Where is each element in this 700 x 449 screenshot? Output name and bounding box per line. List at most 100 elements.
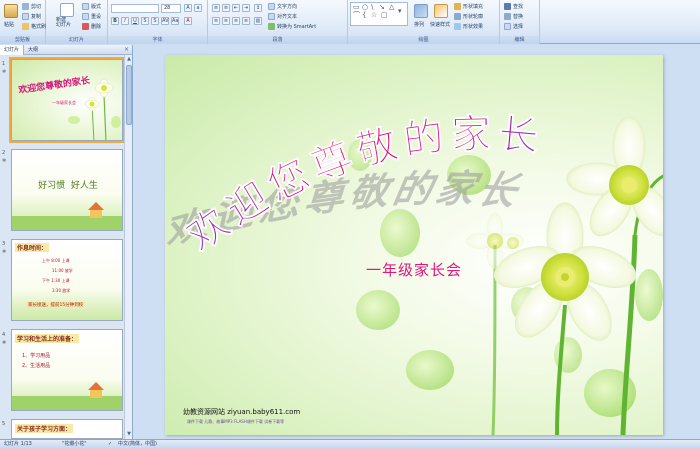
- arrow-icon[interactable]: ↘: [379, 4, 385, 11]
- panel-scrollbar[interactable]: ▲ ▼: [124, 55, 132, 439]
- slide-number: 2: [2, 150, 6, 156]
- thumb-line: 3:30 放学: [52, 288, 71, 293]
- slide-thumbnail-4[interactable]: 学习和生活上的准备： 1、学习用品 2、生活用品: [11, 329, 123, 411]
- bullets-icon[interactable]: ≡: [212, 4, 220, 12]
- paste-button[interactable]: 粘贴: [4, 21, 14, 28]
- numbering-icon[interactable]: ≡: [222, 4, 230, 12]
- triangle-icon[interactable]: △: [389, 4, 394, 11]
- format-painter-button[interactable]: 格式刷: [22, 23, 46, 30]
- slide-thumbnail-3[interactable]: 作息时间： 上午 8:00 上课 11:00 放学 下午 1:30 上课 3:3…: [11, 239, 123, 321]
- bold-icon[interactable]: B: [111, 17, 119, 25]
- tab-slides[interactable]: 幻灯片: [0, 44, 25, 55]
- shape-fill-button[interactable]: 形状填充: [454, 3, 483, 10]
- delete-icon: [82, 23, 89, 30]
- delete-button[interactable]: 删除: [82, 23, 101, 30]
- align-text-button[interactable]: 对齐文本: [268, 13, 297, 20]
- text-direction-button[interactable]: 文字方向: [268, 3, 297, 10]
- slides-panel: 幻灯片 大纲 × 1 ✱ 欢迎您尊敬的家长 一年级家长会 2 ✱ 好习惯 好人生: [0, 44, 133, 439]
- smartart-button[interactable]: 转换为 SmartArt: [268, 23, 316, 30]
- decrease-indent-icon[interactable]: ⇤: [232, 4, 240, 12]
- justify-icon[interactable]: ≡: [242, 17, 250, 25]
- slide-thumbnail-5[interactable]: 关于孩子学习方面：: [11, 419, 123, 439]
- scroll-down-icon[interactable]: ▼: [126, 431, 132, 438]
- line-icon[interactable]: \: [371, 4, 373, 11]
- shapes-gallery[interactable]: ▭ ○ \ ↘ △ ⌒ { ☆ ▢ ▾: [350, 2, 408, 26]
- columns-icon[interactable]: ▥: [254, 17, 262, 25]
- replace-button[interactable]: 替换: [504, 13, 523, 20]
- animation-star-icon: ✱: [2, 249, 7, 255]
- cut-button[interactable]: 剪切: [22, 3, 41, 10]
- layout-button[interactable]: 版式: [82, 3, 101, 10]
- paragraph-label: 段落: [208, 36, 347, 44]
- slide-thumbnail-1[interactable]: 欢迎您尊敬的家长 一年级家长会: [9, 57, 125, 143]
- reset-icon: [82, 13, 89, 20]
- panel-tabs: 幻灯片 大纲 ×: [0, 44, 132, 55]
- tab-outline[interactable]: 大纲: [24, 45, 42, 55]
- new-slide-button[interactable]: 新建 幻灯片: [56, 18, 71, 28]
- thumb-heading: 作息时间：: [15, 243, 50, 252]
- smartart-icon: [268, 23, 275, 30]
- find-button[interactable]: 查找: [504, 3, 523, 10]
- brace-icon[interactable]: {: [362, 12, 366, 19]
- ribbon: 粘贴 剪切 复制 格式刷 剪贴板 新建 幻灯片 版式 重设 删除 幻灯片 28 …: [0, 0, 700, 44]
- slides-group: 新建 幻灯片 版式 重设 删除 幻灯片: [46, 0, 108, 44]
- shrink-font-icon[interactable]: a: [194, 4, 202, 12]
- effects-icon: [454, 23, 461, 30]
- new-slide-icon[interactable]: [60, 3, 74, 17]
- rectangle-icon[interactable]: ▭: [353, 4, 360, 11]
- arrange-button[interactable]: 排列: [414, 21, 424, 28]
- slide-thumbnail-2[interactable]: 好习惯 好人生: [11, 149, 123, 231]
- close-icon[interactable]: ×: [124, 46, 129, 53]
- thumb-line: 11:00 放学: [52, 268, 73, 273]
- reset-button[interactable]: 重设: [82, 13, 101, 20]
- animation-star-icon: ✱: [2, 158, 7, 164]
- italic-icon[interactable]: I: [121, 17, 129, 25]
- animation-star-icon: ✱: [2, 340, 7, 346]
- font-size-field[interactable]: 28: [161, 4, 181, 13]
- pen-icon: [454, 13, 461, 20]
- spellcheck-icon[interactable]: ✓: [108, 440, 112, 449]
- thumb-heading: 关于孩子学习方面：: [15, 424, 74, 433]
- status-bar: 幻灯片 1/13 "花瓣小花" ✓ 中文(简体，中国): [0, 439, 700, 449]
- slide-number: 3: [2, 241, 6, 247]
- star-icon[interactable]: ☆: [371, 12, 377, 19]
- line-spacing-icon[interactable]: ↕: [254, 4, 262, 12]
- slide-canvas[interactable]: 欢迎您尊敬的家长 欢迎您尊敬的家长 一年级家长会 幼教资源网站 ziyuan.b…: [165, 55, 663, 435]
- quick-styles-button[interactable]: 快速样式: [430, 21, 450, 28]
- text-direction-icon: [268, 3, 275, 10]
- underline-icon[interactable]: U: [131, 17, 139, 25]
- oval-icon[interactable]: ○: [362, 4, 368, 11]
- copy-button[interactable]: 复制: [22, 13, 41, 20]
- editing-group: 查找 替换 选择 编辑: [500, 0, 540, 44]
- scroll-thumb[interactable]: [126, 65, 132, 125]
- more-shapes-icon[interactable]: ▾: [398, 8, 402, 15]
- select-button[interactable]: 选择: [504, 23, 523, 30]
- slides-label: 幻灯片: [46, 36, 107, 44]
- font-name-field[interactable]: [111, 4, 159, 13]
- slide-background-art: [348, 116, 663, 435]
- grow-font-icon[interactable]: A: [184, 4, 192, 12]
- spacing-icon[interactable]: AV: [161, 17, 169, 25]
- shape-outline-button[interactable]: 形状轮廓: [454, 13, 483, 20]
- scissors-icon: [22, 3, 29, 10]
- strikethrough-icon[interactable]: S: [141, 17, 149, 25]
- scroll-up-icon[interactable]: ▲: [126, 56, 132, 63]
- curve-icon[interactable]: ⌒: [353, 12, 360, 19]
- slide-number: 1: [2, 61, 6, 67]
- align-center-icon[interactable]: ≡: [222, 17, 230, 25]
- font-color-icon[interactable]: A: [184, 17, 192, 25]
- align-right-icon[interactable]: ≡: [232, 17, 240, 25]
- quick-styles-icon[interactable]: [434, 4, 448, 18]
- shape-effects-button[interactable]: 形状效果: [454, 23, 483, 30]
- paste-icon[interactable]: [4, 4, 18, 18]
- arrange-icon[interactable]: [414, 4, 428, 18]
- change-case-icon[interactable]: Aa: [171, 17, 179, 25]
- increase-indent-icon[interactable]: ⇥: [242, 4, 250, 12]
- slide-subtitle[interactable]: 一年级家长会: [165, 259, 663, 280]
- site-credit: 幼教资源网站 ziyuan.baby611.com: [183, 408, 301, 416]
- shadow-icon[interactable]: S: [151, 17, 159, 25]
- clipboard-group: 粘贴 剪切 复制 格式刷 剪贴板: [0, 0, 46, 44]
- align-left-icon[interactable]: ≡: [212, 17, 220, 25]
- editing-label: 编辑: [500, 36, 539, 44]
- callout-icon[interactable]: ▢: [381, 12, 388, 19]
